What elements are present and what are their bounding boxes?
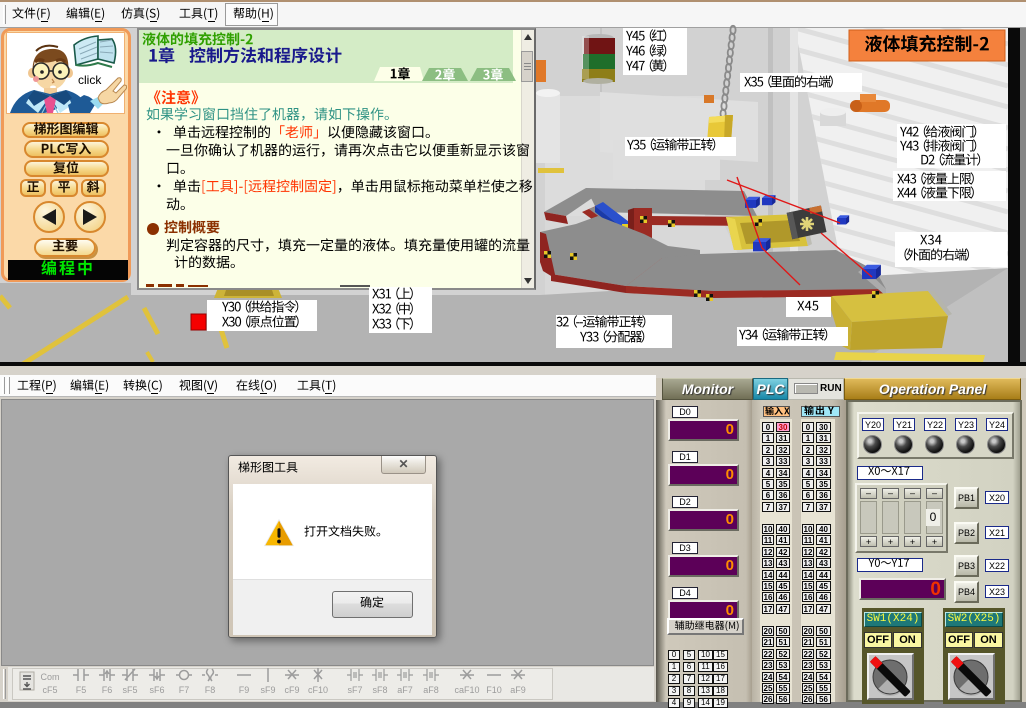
svg-text:sF6: sF6	[149, 685, 164, 695]
svg-text:cF5: cF5	[42, 685, 57, 695]
svg-text:sF7: sF7	[347, 685, 362, 695]
svg-text:caF10: caF10	[454, 685, 479, 695]
svg-text:F7: F7	[179, 685, 190, 695]
svg-text:sF9: sF9	[260, 685, 275, 695]
svg-text:cF9: cF9	[284, 685, 299, 695]
svg-text:F9: F9	[239, 685, 250, 695]
svg-text:aF9: aF9	[510, 685, 526, 695]
svg-text:F6: F6	[102, 685, 113, 695]
svg-text:F10: F10	[486, 685, 502, 695]
svg-text:Com: Com	[40, 672, 59, 682]
svg-text:aF8: aF8	[423, 685, 439, 695]
svg-text:sF8: sF8	[372, 685, 387, 695]
svg-text:sF5: sF5	[122, 685, 137, 695]
svg-text:aF7: aF7	[397, 685, 413, 695]
svg-text:cF10: cF10	[308, 685, 328, 695]
svg-text:F5: F5	[76, 685, 87, 695]
svg-text:F8: F8	[205, 685, 216, 695]
